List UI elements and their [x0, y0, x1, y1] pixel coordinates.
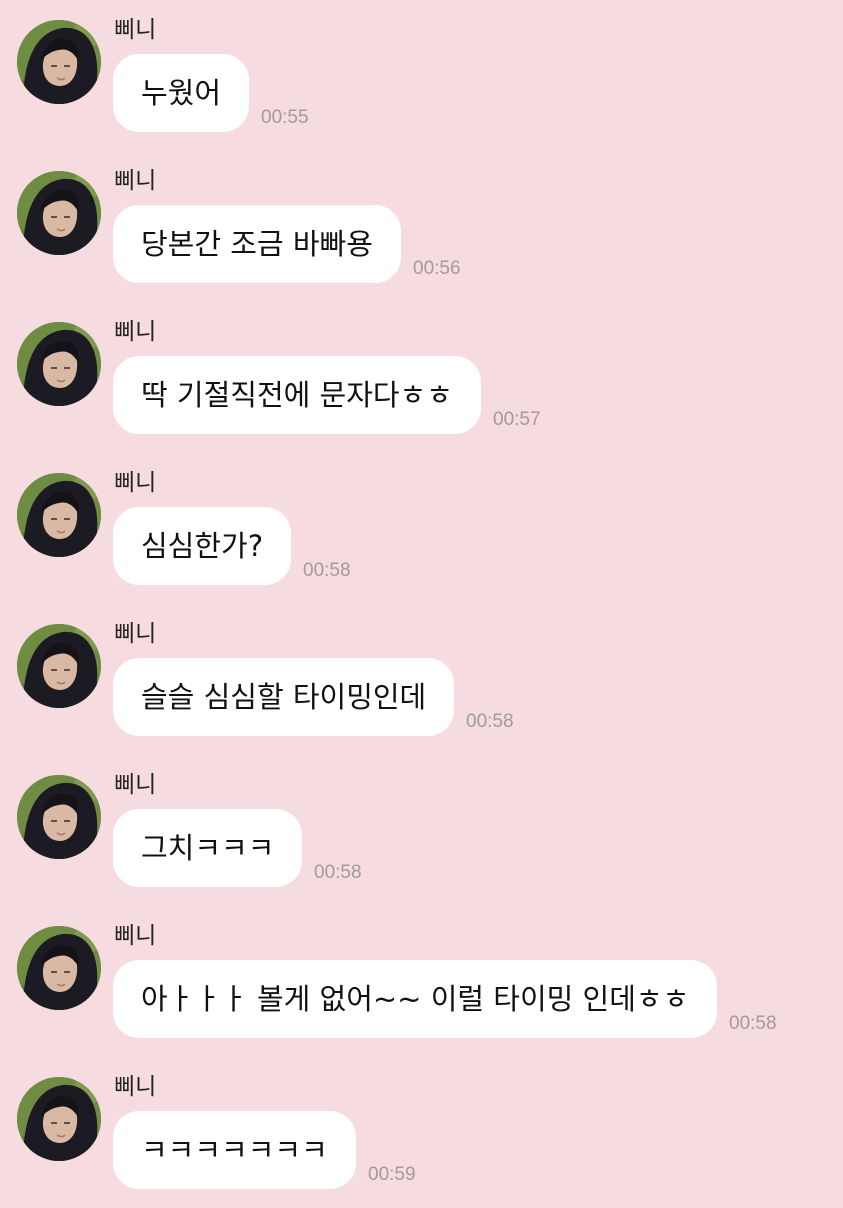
chat-message: 삐니 슬슬 심심할 타이밍인데 00:58	[0, 604, 843, 755]
sender-name: 삐니	[114, 621, 157, 647]
chat-message-list[interactable]: 삐니 누웠어 00:55 삐니 당본간 조금 바빠용 00:56 삐니 딱 기절…	[0, 0, 843, 1199]
avatar[interactable]	[17, 624, 101, 708]
avatar[interactable]	[17, 926, 101, 1010]
sender-name: 삐니	[114, 17, 157, 43]
avatar[interactable]	[17, 171, 101, 255]
message-time: 00:58	[314, 862, 362, 883]
message-bubble[interactable]: 당본간 조금 바빠용	[113, 205, 401, 283]
message-time: 00:57	[493, 409, 541, 430]
message-bubble[interactable]: ㅋㅋㅋㅋㅋㅋㅋ	[113, 1111, 356, 1189]
message-time: 00:59	[368, 1164, 416, 1185]
chat-message: 삐니 당본간 조금 바빠용 00:56	[0, 151, 843, 302]
message-time: 00:58	[303, 560, 351, 581]
avatar[interactable]	[17, 20, 101, 104]
message-bubble[interactable]: 그치ㅋㅋㅋ	[113, 809, 303, 887]
message-time: 00:58	[729, 1013, 777, 1034]
chat-message: 삐니 ㅋㅋㅋㅋㅋㅋㅋ 00:59	[0, 1057, 843, 1208]
message-time: 00:55	[261, 107, 309, 128]
avatar[interactable]	[17, 775, 101, 859]
message-bubble[interactable]: 딱 기절직전에 문자다ㅎㅎ	[113, 356, 481, 434]
sender-name: 삐니	[114, 1074, 157, 1100]
chat-message: 삐니 아ㅏㅏㅏ 볼게 없어~~ 이럴 타이밍 인데ㅎㅎ 00:58	[0, 906, 843, 1057]
sender-name: 삐니	[114, 772, 157, 798]
avatar[interactable]	[17, 473, 101, 557]
message-bubble[interactable]: 누웠어	[113, 54, 250, 132]
sender-name: 삐니	[114, 923, 157, 949]
sender-name: 삐니	[114, 168, 157, 194]
sender-name: 삐니	[114, 319, 157, 345]
sender-name: 삐니	[114, 470, 157, 496]
message-bubble[interactable]: 슬슬 심심할 타이밍인데	[113, 658, 455, 736]
message-time: 00:58	[466, 711, 514, 732]
avatar[interactable]	[17, 322, 101, 406]
message-bubble[interactable]: 아ㅏㅏㅏ 볼게 없어~~ 이럴 타이밍 인데ㅎㅎ	[113, 960, 718, 1038]
chat-message: 삐니 딱 기절직전에 문자다ㅎㅎ 00:57	[0, 302, 843, 453]
chat-message: 삐니 누웠어 00:55	[0, 0, 843, 151]
message-time: 00:56	[413, 258, 461, 279]
chat-message: 삐니 그치ㅋㅋㅋ 00:58	[0, 755, 843, 906]
message-bubble[interactable]: 심심한가?	[113, 507, 292, 585]
chat-message: 삐니 심심한가? 00:58	[0, 453, 843, 604]
avatar[interactable]	[17, 1077, 101, 1161]
